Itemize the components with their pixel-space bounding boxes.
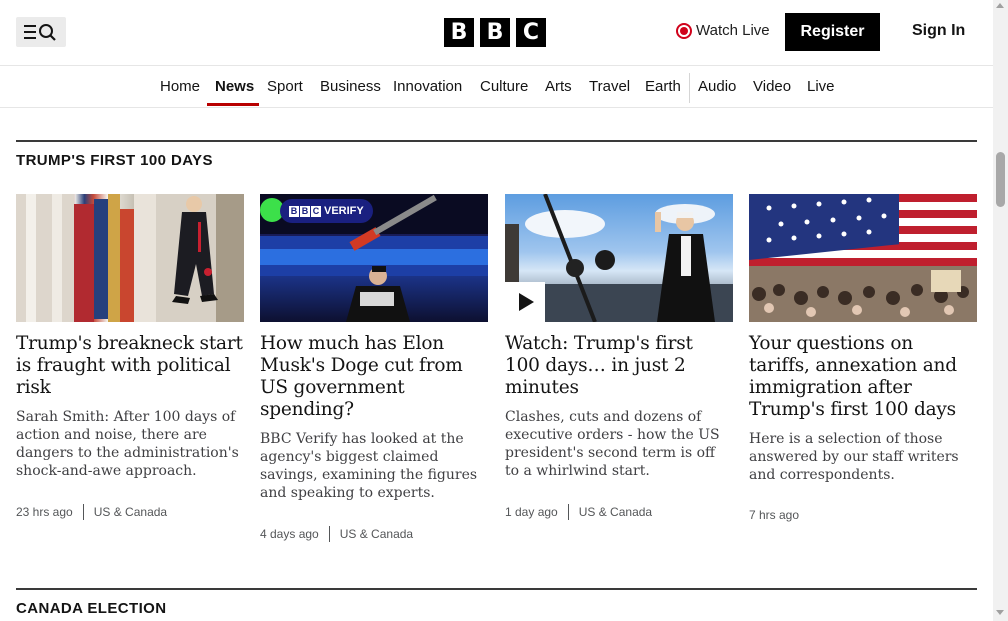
story-summary: Here is a selection of those answered by… <box>749 431 959 483</box>
story-image[interactable] <box>749 194 977 322</box>
nav-item-video[interactable]: Video <box>753 78 791 108</box>
play-button[interactable] <box>505 282 545 322</box>
active-nav-indicator <box>207 103 259 106</box>
story-image[interactable]: B B C VERIFY <box>260 194 488 322</box>
story-category[interactable]: US & Canada <box>340 527 413 541</box>
story-summary: BBC Verify has looked at the agency's bi… <box>260 431 478 501</box>
scrollbar-thumb[interactable] <box>996 152 1005 207</box>
story-headline[interactable]: Trump's breakneck start is fraught with … <box>16 333 244 399</box>
story-meta: 23 hrs ago US & Canada <box>16 504 244 520</box>
scroll-up-icon[interactable] <box>996 3 1004 8</box>
story-category[interactable]: US & Canada <box>94 505 167 519</box>
story-image[interactable] <box>505 194 733 322</box>
bbc-verify-badge: B B C VERIFY <box>280 199 373 223</box>
register-button[interactable]: Register <box>785 13 880 51</box>
story-meta: 4 days ago US & Canada <box>260 526 488 542</box>
nav-divider <box>689 73 690 103</box>
main-nav: Home News Sport Business Innovation Cult… <box>0 67 993 108</box>
watch-live-label: Watch Live <box>696 22 770 39</box>
story-meta: 7 hrs ago <box>749 508 977 522</box>
story-time: 1 day ago <box>505 505 558 519</box>
live-indicator-icon <box>676 22 692 39</box>
nav-item-audio[interactable]: Audio <box>698 78 736 108</box>
story-card[interactable]: Your questions on tariffs, annexation an… <box>749 194 977 522</box>
verify-badge-label: VERIFY <box>324 205 364 217</box>
nav-item-earth[interactable]: Earth <box>645 78 681 108</box>
logo-letter: B <box>480 18 510 47</box>
story-headline[interactable]: Watch: Trump's first 100 days… in just 2… <box>505 333 733 399</box>
nav-item-sport[interactable]: Sport <box>267 78 303 108</box>
play-icon <box>519 293 534 311</box>
scroll-down-icon[interactable] <box>996 610 1004 615</box>
story-card[interactable]: B B C VERIFY How much has Elon Musk's Do… <box>260 194 488 542</box>
section-divider <box>16 588 977 590</box>
verify-badge-letter: C <box>311 205 321 217</box>
story-summary: Clashes, cuts and dozens of executive or… <box>505 409 720 479</box>
nav-item-travel[interactable]: Travel <box>589 78 630 108</box>
story-time: 23 hrs ago <box>16 505 73 519</box>
nav-item-innovation[interactable]: Innovation <box>393 78 462 108</box>
verify-badge-letter: B <box>300 205 310 217</box>
story-headline[interactable]: Your questions on tariffs, annexation an… <box>749 333 977 421</box>
site-header: B B C Watch Live Register Sign In <box>0 0 993 66</box>
nav-item-live[interactable]: Live <box>807 78 835 108</box>
story-card[interactable]: Trump's breakneck start is fraught with … <box>16 194 244 520</box>
logo-letter: B <box>444 18 474 47</box>
story-card[interactable]: Watch: Trump's first 100 days… in just 2… <box>505 194 733 520</box>
verify-badge-logo: B B C <box>289 205 321 217</box>
section-divider <box>16 140 977 142</box>
story-image[interactable] <box>16 194 244 322</box>
story-headline[interactable]: How much has Elon Musk's Doge cut from U… <box>260 333 488 421</box>
menu-search-icon <box>24 24 56 41</box>
story-time: 7 hrs ago <box>749 508 800 522</box>
meta-separator <box>567 504 569 520</box>
watch-live-link[interactable]: Watch Live <box>676 22 770 39</box>
story-time: 4 days ago <box>260 527 319 541</box>
story-meta: 1 day ago US & Canada <box>505 504 733 520</box>
bbc-logo[interactable]: B B C <box>444 18 546 47</box>
nav-item-business[interactable]: Business <box>320 78 381 108</box>
section-title[interactable]: TRUMP'S FIRST 100 DAYS <box>16 152 213 169</box>
sign-in-link[interactable]: Sign In <box>912 22 965 40</box>
scrollbar-track[interactable] <box>993 0 1008 621</box>
nav-item-home[interactable]: Home <box>160 78 200 108</box>
logo-letter: C <box>516 18 546 47</box>
section-title[interactable]: CANADA ELECTION <box>16 600 166 617</box>
story-summary: Sarah Smith: After 100 days of action an… <box>16 409 239 479</box>
meta-separator <box>328 526 330 542</box>
verify-badge-letter: B <box>289 205 299 217</box>
menu-search-button[interactable] <box>16 17 66 47</box>
nav-item-arts[interactable]: Arts <box>545 78 572 108</box>
meta-separator <box>82 504 84 520</box>
nav-item-culture[interactable]: Culture <box>480 78 528 108</box>
story-category[interactable]: US & Canada <box>579 505 652 519</box>
